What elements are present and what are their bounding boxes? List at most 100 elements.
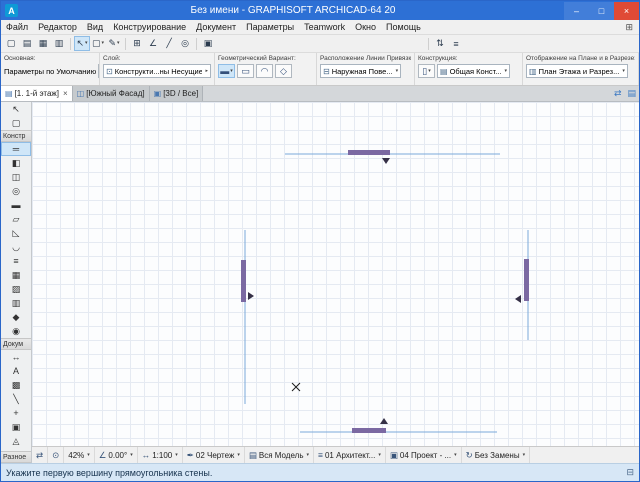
- geometry-poly-button[interactable]: ◇: [275, 64, 292, 78]
- camera-tool[interactable]: ◬: [1, 434, 31, 448]
- dropdown-caret-icon: ▾: [117, 41, 120, 46]
- floor-plan-icon: ▤: [5, 89, 13, 98]
- pan-button[interactable]: ⇄: [32, 447, 48, 463]
- gravity-button-icon: ◎: [181, 38, 189, 49]
- menu-items: ФайлРедакторВидКонструированиеДокументПа…: [1, 22, 619, 32]
- partial-structure-select[interactable]: ▤Вся Модель▾: [245, 447, 314, 463]
- orientation-select[interactable]: ∠0.00°▾: [95, 447, 138, 463]
- section-structure-label: Конструкция:: [418, 55, 519, 62]
- wall-segment[interactable]: [524, 259, 529, 301]
- teamwork-button[interactable]: ⇅: [432, 36, 448, 51]
- zoom-button[interactable]: ⊙: [48, 447, 64, 463]
- zone-tool[interactable]: ▨: [1, 282, 31, 296]
- wall-segment[interactable]: [352, 428, 386, 433]
- tab-3d[interactable]: ▣[3D / Все]: [150, 86, 204, 101]
- reference-line-combo[interactable]: ⊟Наружная Пове...▾: [320, 64, 401, 78]
- fill-tool[interactable]: ▩: [1, 378, 31, 392]
- layer-combo[interactable]: ⊡Конструкти...ны Несущие▸: [103, 64, 211, 78]
- marquee-tool-button[interactable]: ▢▾: [90, 36, 106, 51]
- geometry-curved-button[interactable]: ◠: [256, 64, 273, 78]
- wall-tool[interactable]: ═: [1, 142, 31, 156]
- tab-floor-plan[interactable]: ▤[1. 1-й этаж]×: [1, 86, 73, 101]
- tab-list-icon[interactable]: ▤: [624, 88, 639, 99]
- wall-segment[interactable]: [241, 260, 246, 302]
- arrow-tool[interactable]: ↖: [1, 102, 31, 116]
- new-file-button[interactable]: ▢: [3, 36, 19, 51]
- window-tool[interactable]: ◫: [1, 170, 31, 184]
- print-button[interactable]: ▥: [51, 36, 67, 51]
- floor-plan-canvas[interactable]: [32, 102, 639, 446]
- grid-snap-button[interactable]: ⊞: [129, 36, 145, 51]
- minimize-button[interactable]: –: [564, 2, 589, 20]
- menu-item-9[interactable]: Помощь: [381, 22, 426, 32]
- marquee-tool[interactable]: ▢: [1, 116, 31, 130]
- section-geometry-label: Геометрический Вариант:: [218, 55, 313, 62]
- toolbox-group-design[interactable]: Констр: [1, 130, 31, 142]
- default-settings-button[interactable]: Параметры по Умолчанию: [4, 67, 96, 76]
- options-button[interactable]: ≡: [448, 36, 464, 51]
- geometry-straight-button[interactable]: ▬▾: [218, 64, 235, 78]
- menu-item-5[interactable]: Документ: [191, 22, 241, 32]
- renovation-filter-select[interactable]: ↻Без Замены▾: [462, 447, 530, 463]
- section-default: Основная:Параметры по Умолчанию▱: [1, 53, 100, 85]
- tab-south-elevation[interactable]: ◫[Южный Фасад]: [73, 86, 150, 101]
- partial-structure-select-icon: ▤: [249, 450, 257, 461]
- open-file-button[interactable]: ▤: [19, 36, 35, 51]
- dropdown-caret-icon: ▾: [87, 453, 90, 458]
- menu-item-8[interactable]: Окно: [350, 22, 381, 32]
- wall-tool-dropdown-button[interactable]: ✎▾: [106, 36, 122, 51]
- column-tool[interactable]: ◎: [1, 184, 31, 198]
- menu-item-6[interactable]: Параметры: [241, 22, 299, 32]
- print-button-icon: ▥: [55, 38, 64, 49]
- tracker-toggle-icon[interactable]: ⊟: [626, 467, 634, 478]
- menu-item-2[interactable]: Редактор: [33, 22, 82, 32]
- object-tool[interactable]: ◆: [1, 310, 31, 324]
- zoom-level-select[interactable]: 42%▾: [64, 447, 95, 463]
- main-area: ↖▢Констр═◧◫◎▬▱◺◡≡▦▨▥◆◉Докум↔A▩╲+▣◬ Разное…: [1, 102, 639, 463]
- menu-item-1[interactable]: Файл: [1, 22, 33, 32]
- curtain-wall-tool[interactable]: ▥: [1, 296, 31, 310]
- tab-close-icon[interactable]: ×: [63, 89, 68, 98]
- structure-type-button[interactable]: ▯▾: [418, 64, 435, 78]
- geometry-box-button[interactable]: ▭: [237, 64, 254, 78]
- dropdown-caret-icon: ▾: [237, 453, 240, 458]
- layer-combination-select[interactable]: ≡01 Архитект...▾: [314, 447, 386, 463]
- model-view-select[interactable]: ▣04 Проект - ...▾: [386, 447, 462, 463]
- workspace-icon[interactable]: ⊞: [619, 22, 639, 33]
- door-tool[interactable]: ◧: [1, 156, 31, 170]
- wall-segment[interactable]: [348, 150, 390, 155]
- suspend-groups-button[interactable]: ▣: [200, 36, 216, 51]
- guide-lines-button[interactable]: ∠: [145, 36, 161, 51]
- plan-display-combo[interactable]: ▥План Этажа и Разрез...▾: [526, 64, 628, 78]
- save-file-button[interactable]: ▦: [35, 36, 51, 51]
- close-button[interactable]: ×: [614, 2, 639, 20]
- tab-sync-icon[interactable]: ⇄: [611, 88, 625, 99]
- menu-item-7[interactable]: Teamwork: [299, 22, 350, 32]
- shell-tool[interactable]: ◡: [1, 240, 31, 254]
- beam-tool[interactable]: ▬: [1, 198, 31, 212]
- arrow-tool-button[interactable]: ↖▾: [74, 36, 90, 51]
- slab-tool[interactable]: ▱: [1, 212, 31, 226]
- dimension-tool[interactable]: ↔: [1, 350, 31, 364]
- menu-item-4[interactable]: Конструирование: [108, 22, 191, 32]
- scale-select[interactable]: ↔1:100▾: [138, 447, 183, 463]
- roof-tool[interactable]: ◺: [1, 226, 31, 240]
- mesh-tool[interactable]: ▦: [1, 268, 31, 282]
- menu-item-3[interactable]: Вид: [82, 22, 108, 32]
- gravity-button[interactable]: ◎: [177, 36, 193, 51]
- structure-combo[interactable]: ▤Общая Конст...▾: [437, 64, 510, 78]
- snap-guides-button[interactable]: ╱: [161, 36, 177, 51]
- line-tool[interactable]: ╲: [1, 392, 31, 406]
- toolbox-group-more[interactable]: Разное: [1, 451, 31, 463]
- composite-icon: ▤: [440, 67, 448, 76]
- archicad-window: A Без имени - GRAPHISOFT ARCHICAD-64 20 …: [0, 0, 640, 482]
- hotspot-tool[interactable]: +: [1, 406, 31, 420]
- maximize-button[interactable]: □: [589, 2, 614, 20]
- toolbox-group-document[interactable]: Докум: [1, 338, 31, 350]
- wall-tool-dropdown-button-icon: ✎: [109, 38, 117, 49]
- text-tool[interactable]: A: [1, 364, 31, 378]
- lamp-tool[interactable]: ◉: [1, 324, 31, 338]
- figure-tool[interactable]: ▣: [1, 420, 31, 434]
- pen-set-select[interactable]: ✒02 Чертеж▾: [183, 447, 245, 463]
- stair-tool[interactable]: ≡: [1, 254, 31, 268]
